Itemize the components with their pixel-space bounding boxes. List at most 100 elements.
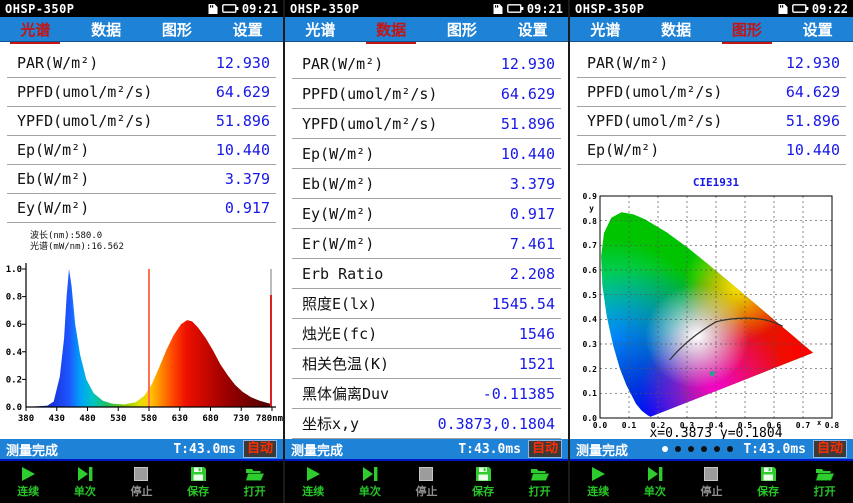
row-label: Ey(W/m²) — [17, 199, 89, 217]
row-label: PPFD(umol/m²/s) — [587, 83, 722, 101]
tab-graph[interactable]: 图形 — [442, 17, 482, 42]
spectrum-chart[interactable]: 波长(nm):580.0 光谱(mW/nm):16.562 1.0 0.8 0.… — [0, 227, 283, 439]
y-tick: 0.2 — [6, 375, 22, 385]
continuous-button[interactable]: 连续 — [570, 461, 627, 503]
row-label: 烛光E(fc) — [302, 323, 377, 344]
tool-label: 打开 — [814, 483, 836, 499]
page-dots — [662, 446, 733, 452]
panel-spectrum: OHSP-350P 09:21 光谱 数据 图形 设置 PAR(W/m²)12.… — [0, 0, 285, 503]
y-axis-label: y — [589, 204, 594, 213]
row-value: 10.440 — [786, 141, 840, 159]
auto-mode-badge[interactable]: 自动 — [813, 440, 847, 458]
stop-button[interactable]: 停止 — [683, 461, 740, 503]
y-tick: 1.0 — [6, 265, 22, 275]
continuous-button[interactable]: 连续 — [285, 461, 342, 503]
x-tick: 480 — [79, 414, 95, 424]
single-button[interactable]: 单次 — [627, 461, 684, 503]
save-icon — [475, 466, 492, 482]
save-button[interactable]: 保存 — [455, 461, 512, 503]
x-tick: 730 — [233, 414, 249, 424]
tab-settings[interactable]: 设置 — [513, 17, 553, 42]
open-folder-icon — [530, 466, 550, 482]
stop-icon — [703, 466, 719, 482]
tab-spectrum[interactable]: 光谱 — [585, 17, 625, 42]
x-tick: 530 — [110, 414, 126, 424]
tool-label: 打开 — [244, 483, 266, 499]
save-button[interactable]: 保存 — [740, 461, 797, 503]
tab-data[interactable]: 数据 — [371, 17, 411, 42]
tab-spectrum[interactable]: 光谱 — [300, 17, 340, 42]
single-button[interactable]: 单次 — [57, 461, 114, 503]
tab-graph[interactable]: 图形 — [727, 17, 767, 42]
row-label: YPFD(umol/m²/s) — [302, 115, 437, 133]
tool-label: 保存 — [472, 483, 494, 499]
y-tick: 0.3 — [583, 340, 598, 349]
tool-label: 停止 — [700, 483, 722, 499]
tab-spectrum[interactable]: 光谱 — [15, 17, 55, 42]
cie-chart: CIE1931 0.9 y — [570, 174, 853, 439]
status-bar: 测量完成 T:43.0ms 自动 — [570, 439, 853, 461]
table-row: PAR(W/m²)12.930 — [292, 49, 561, 79]
y-tick: 0.7 — [583, 241, 598, 250]
table-row: YPFD(umol/m²/s)51.896 — [577, 107, 846, 136]
stop-button[interactable]: 停止 — [398, 461, 455, 503]
tab-data[interactable]: 数据 — [86, 17, 126, 42]
auto-mode-badge[interactable]: 自动 — [243, 440, 277, 458]
tab-graph[interactable]: 图形 — [157, 17, 197, 42]
table-row: PPFD(umol/m²/s)64.629 — [7, 78, 276, 107]
continuous-button[interactable]: 连续 — [0, 461, 57, 503]
row-value: 10.440 — [216, 141, 270, 159]
row-label: 照度E(lx) — [302, 293, 377, 314]
stop-button[interactable]: 停止 — [113, 461, 170, 503]
cie-chart-title: CIE1931 — [693, 176, 740, 189]
open-button[interactable]: 打开 — [226, 461, 283, 503]
open-button[interactable]: 打开 — [796, 461, 853, 503]
battery-icon — [792, 3, 809, 14]
tool-label: 单次 — [359, 483, 381, 499]
ohsp-350p-triple-screenshot: OHSP-350P 09:21 光谱 数据 图形 设置 PAR(W/m²)12.… — [0, 0, 853, 503]
tab-bar: 光谱 数据 图形 设置 — [0, 17, 283, 42]
device-title: OHSP-350P — [575, 2, 777, 16]
row-value: 64.629 — [786, 83, 840, 101]
y-tick: 0.1 — [583, 389, 598, 398]
status-bar: 测量完成 T:43.0ms 自动 — [285, 439, 568, 461]
tab-settings[interactable]: 设置 — [798, 17, 838, 42]
row-value: 0.917 — [225, 199, 270, 217]
x-tick: 430 — [49, 414, 65, 424]
coordinates-readout: x=0.3873 y=0.1804 — [649, 426, 782, 439]
row-label: PAR(W/m²) — [17, 54, 98, 72]
chromaticity-point — [710, 371, 715, 376]
page-dot — [727, 446, 733, 452]
title-bar: OHSP-350P 09:21 — [0, 0, 283, 17]
toolbar: 连续 单次 停止 保存 打开 — [0, 461, 283, 503]
tool-label: 停止 — [130, 483, 152, 499]
save-button[interactable]: 保存 — [170, 461, 227, 503]
panel-graph: OHSP-350P 09:22 光谱 数据 图形 设置 PAR(W/m²)12.… — [570, 0, 853, 503]
stop-icon — [133, 466, 149, 482]
table-row: 相关色温(K)1521 — [292, 349, 561, 379]
row-value: 64.629 — [501, 85, 555, 103]
row-value: 0.3873,0.1804 — [438, 415, 555, 433]
tool-label: 连续 — [17, 483, 39, 499]
clock-time: 09:22 — [812, 2, 848, 16]
battery-icon — [507, 3, 524, 14]
row-value: 1521 — [519, 355, 555, 373]
tab-bar: 光谱 数据 图形 设置 — [570, 17, 853, 42]
table-row: Eb(W/m²)3.379 — [7, 165, 276, 194]
row-label: Er(W/m²) — [302, 235, 374, 253]
row-value: 12.930 — [786, 54, 840, 72]
row-value: 3.379 — [510, 175, 555, 193]
row-value: 51.896 — [501, 115, 555, 133]
tool-label: 保存 — [757, 483, 779, 499]
table-row: PAR(W/m²)12.930 — [7, 49, 276, 78]
tab-settings[interactable]: 设置 — [228, 17, 268, 42]
y-tick: 0.9 — [583, 192, 598, 201]
row-label: PAR(W/m²) — [302, 55, 383, 73]
auto-mode-badge[interactable]: 自动 — [528, 440, 562, 458]
single-button[interactable]: 单次 — [342, 461, 399, 503]
open-button[interactable]: 打开 — [511, 461, 568, 503]
row-label: 黑体偏离Duv — [302, 383, 389, 404]
cursor-power-readout: 光谱(mW/nm):16.562 — [30, 240, 124, 252]
y-tick: 0.8 — [6, 293, 22, 303]
tab-data[interactable]: 数据 — [656, 17, 696, 42]
